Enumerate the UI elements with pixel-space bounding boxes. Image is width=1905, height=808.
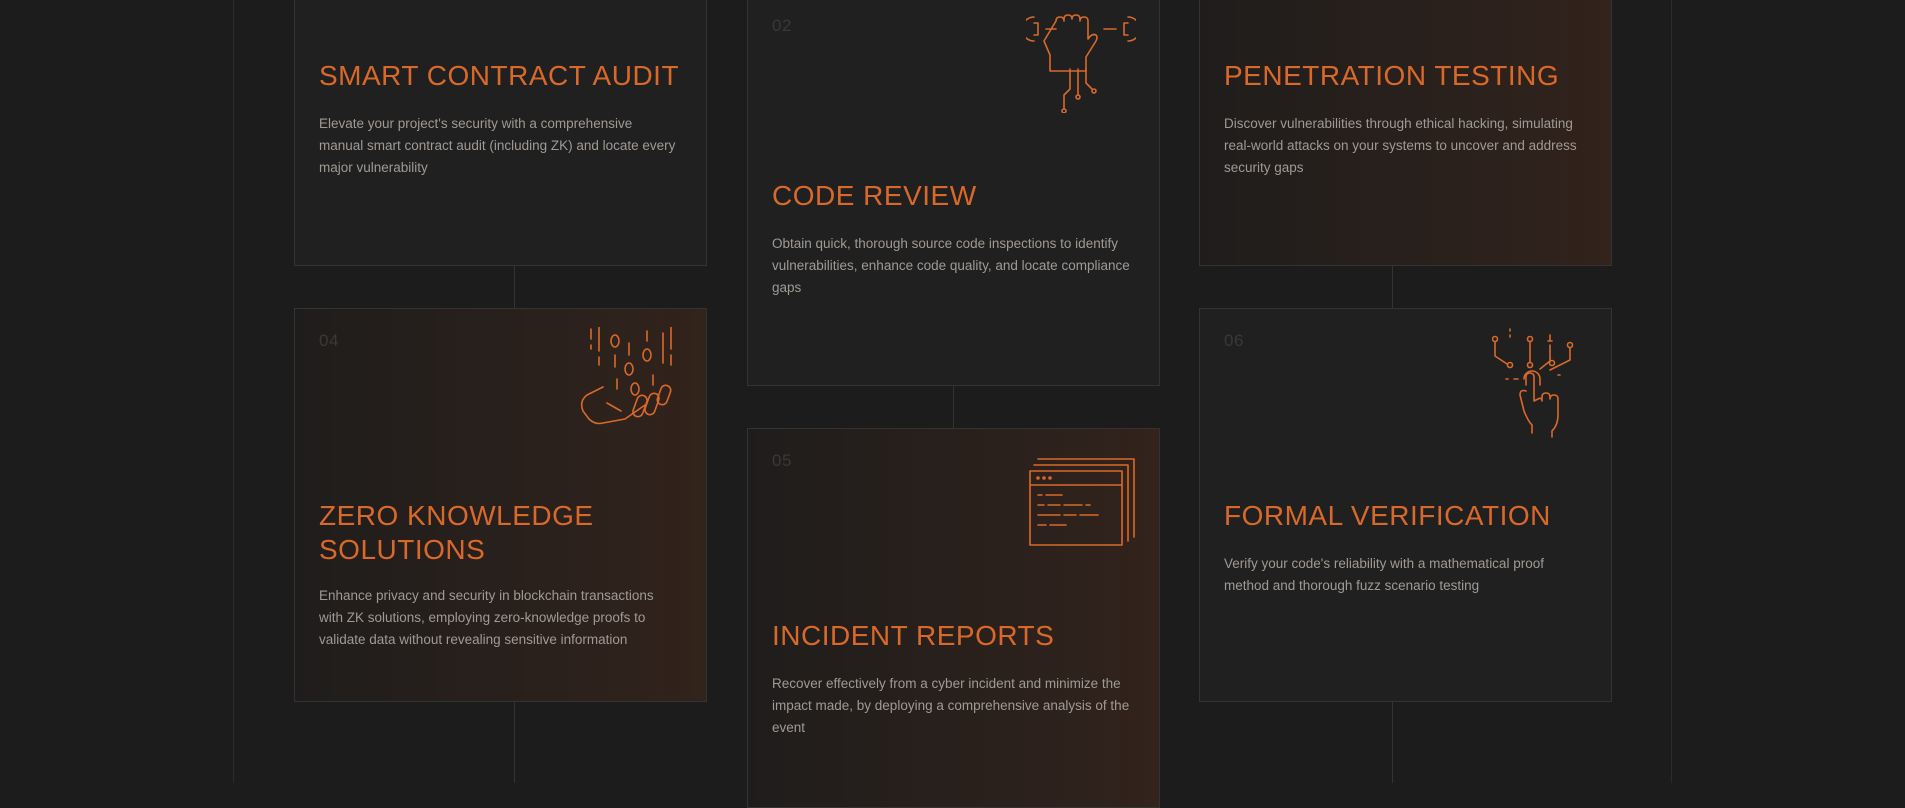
connector-line: [1392, 266, 1393, 308]
grid-line-left: [233, 0, 234, 783]
card-description: Discover vulnerabilities through ethical…: [1224, 116, 1577, 175]
browser-windows-icon: [1028, 457, 1138, 547]
card-number: 06: [1224, 331, 1244, 350]
card-number: 02: [772, 16, 792, 35]
card-number: 04: [319, 331, 339, 350]
service-card-code-review[interactable]: 02 CODE REVIEW Obtain quick, thorough so…: [747, 0, 1160, 386]
binary-hand-icon: [577, 327, 681, 437]
card-title: INCIDENT REPORTS: [772, 620, 1055, 651]
card-title: FORMAL VERIFICATION: [1224, 500, 1551, 531]
card-description: Elevate your project's security with a c…: [319, 116, 676, 175]
service-card-incident-reports[interactable]: 05 INCIDENT REPORTS Recover effectively …: [747, 428, 1160, 808]
card-title: PENETRATION TESTING: [1224, 60, 1560, 91]
card-description: Obtain quick, thorough source code inspe…: [772, 236, 1130, 295]
connector-line: [953, 386, 954, 428]
service-card-formal-verification[interactable]: 06 FORMAL VERIFICATION Verify your code'…: [1199, 308, 1612, 702]
service-card-smart-contract-audit[interactable]: SMART CONTRACT AUDIT Elevate your projec…: [294, 0, 707, 266]
card-title: CODE REVIEW: [772, 180, 977, 211]
card-description: Enhance privacy and security in blockcha…: [319, 588, 654, 647]
connector-line: [1392, 702, 1393, 783]
grid-line-right: [1671, 0, 1672, 783]
card-description: Verify your code's reliability with a ma…: [1224, 556, 1544, 593]
card-number: 05: [772, 451, 792, 470]
card-description: Recover effectively from a cyber inciden…: [772, 676, 1130, 735]
finger-circuit-icon: [1492, 327, 1578, 439]
service-card-penetration-testing[interactable]: PENETRATION TESTING Discover vulnerabili…: [1199, 0, 1612, 266]
wrench-hand-circuit-icon: [1026, 13, 1136, 113]
card-title: SMART CONTRACT AUDIT: [319, 60, 680, 91]
connector-line: [514, 266, 515, 308]
service-card-zero-knowledge-solutions[interactable]: 04 ZERO KNOWLEDGE SOLUTIONS Enhance priv…: [294, 308, 707, 702]
connector-line: [514, 702, 515, 783]
card-title: ZERO KNOWLEDGE SOLUTIONS: [319, 500, 594, 565]
